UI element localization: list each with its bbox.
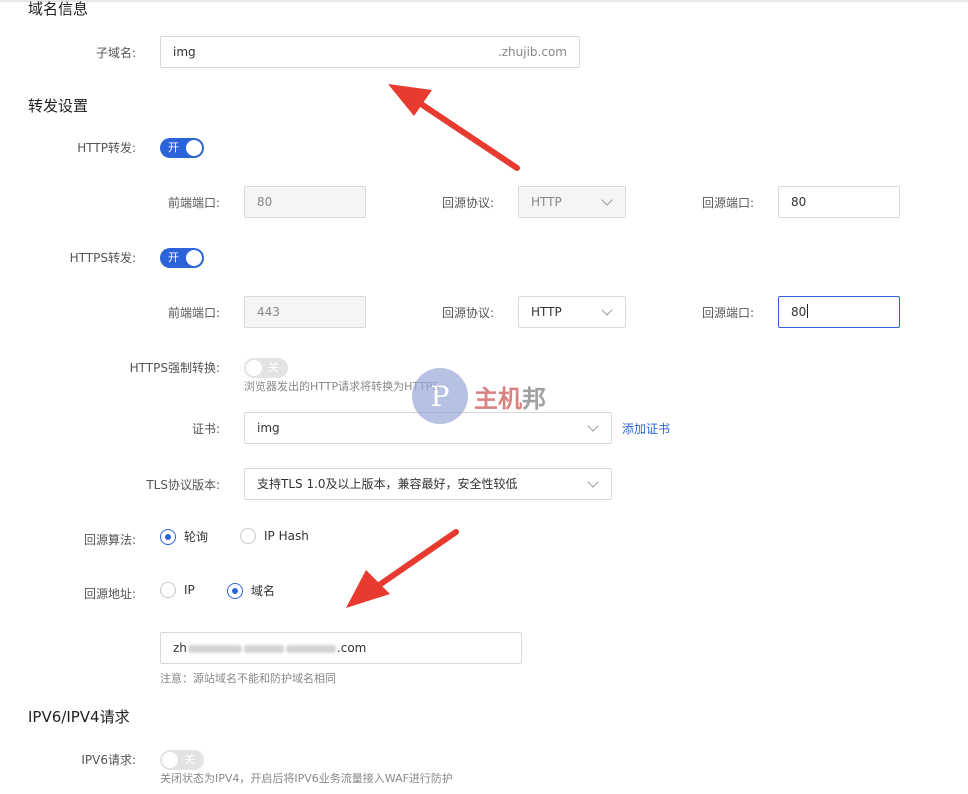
- https-front-port-input[interactable]: 443: [244, 296, 366, 328]
- https-force-toggle[interactable]: 关: [244, 358, 288, 378]
- toggle-knob: [186, 140, 202, 156]
- watermark-logo: P 主机邦: [412, 368, 546, 424]
- section-title-forward: 转发设置: [28, 97, 89, 115]
- redacted-text: [285, 644, 336, 653]
- ipv6-hint: 关闭状态为IPV4，开启后将IPV6业务流量接入WAF进行防护: [160, 772, 453, 785]
- addr-label: 回源地址:: [83, 587, 136, 601]
- toggle-knob: [186, 250, 202, 266]
- radio-round-robin[interactable]: 轮询: [160, 528, 208, 545]
- watermark-circle-icon: P: [412, 368, 468, 424]
- radio-ip[interactable]: IP: [160, 582, 195, 598]
- tls-label: TLS协议版本:: [146, 478, 220, 492]
- https-front-port-label: 前端端口:: [167, 306, 220, 320]
- subdomain-value: img: [173, 45, 196, 59]
- subdomain-label: 子域名:: [95, 46, 136, 60]
- http-forward-label: HTTP转发:: [77, 141, 136, 155]
- https-origin-port-label: 回源端口:: [701, 306, 754, 320]
- toggle-knob: [246, 360, 262, 376]
- subdomain-suffix: .zhujib.com: [497, 45, 567, 59]
- radio-ip-hash[interactable]: IP Hash: [240, 528, 309, 544]
- top-divider: [0, 0, 968, 2]
- origin-addr-note: 注意：源站域名不能和防护域名相同: [160, 672, 336, 685]
- radio-circle: [160, 528, 176, 545]
- https-force-hint: 浏览器发出的HTTP请求将转换为HTTPS: [244, 380, 440, 393]
- redacted-text: [187, 644, 242, 653]
- https-forward-label: HTTPS转发:: [69, 251, 136, 265]
- https-forward-toggle[interactable]: 开: [160, 248, 204, 268]
- http-front-port-label: 前端端口:: [167, 196, 220, 210]
- cert-label: 证书:: [191, 422, 220, 436]
- radio-circle: [227, 582, 243, 599]
- chevron-down-icon: [601, 304, 613, 316]
- subdomain-input[interactable]: img .zhujib.com: [160, 36, 580, 68]
- https-origin-port-input[interactable]: 80: [778, 296, 900, 328]
- text-caret: [807, 304, 809, 318]
- http-front-port-input[interactable]: 80: [244, 186, 366, 218]
- http-proto-select[interactable]: HTTP: [518, 186, 626, 218]
- toggle-knob: [162, 752, 178, 768]
- tls-select[interactable]: 支持TLS 1.0及以上版本，兼容最好，安全性较低: [244, 468, 612, 500]
- arrow-to-origin-domain-icon: [346, 529, 459, 608]
- origin-domain-input[interactable]: zh .com: [160, 632, 522, 664]
- chevron-down-icon: [587, 476, 599, 488]
- chevron-down-icon: [601, 194, 613, 206]
- radio-circle: [240, 528, 256, 544]
- radio-domain[interactable]: 域名: [227, 582, 275, 599]
- algo-label: 回源算法:: [83, 533, 136, 547]
- https-proto-select[interactable]: HTTP: [518, 296, 626, 328]
- ipv6-label: IPV6请求:: [81, 753, 136, 767]
- arrow-to-subdomain-icon: [388, 84, 520, 171]
- http-forward-toggle[interactable]: 开: [160, 138, 204, 158]
- http-origin-port-label: 回源端口:: [701, 196, 754, 210]
- chevron-down-icon: [587, 420, 599, 432]
- http-proto-label: 回源协议:: [441, 196, 494, 210]
- section-title-domain-info: 域名信息: [28, 0, 89, 18]
- https-force-label: HTTPS强制转换:: [129, 361, 220, 375]
- http-origin-port-input[interactable]: 80: [778, 186, 900, 218]
- radio-circle: [160, 582, 176, 598]
- ipv6-toggle[interactable]: 关: [160, 750, 204, 770]
- redacted-text: [243, 644, 284, 653]
- https-proto-label: 回源协议:: [441, 306, 494, 320]
- section-title-ipv6: IPV6/IPV4请求: [28, 708, 130, 726]
- add-cert-link[interactable]: 添加证书: [622, 420, 670, 437]
- watermark-text: 主机邦: [474, 383, 546, 413]
